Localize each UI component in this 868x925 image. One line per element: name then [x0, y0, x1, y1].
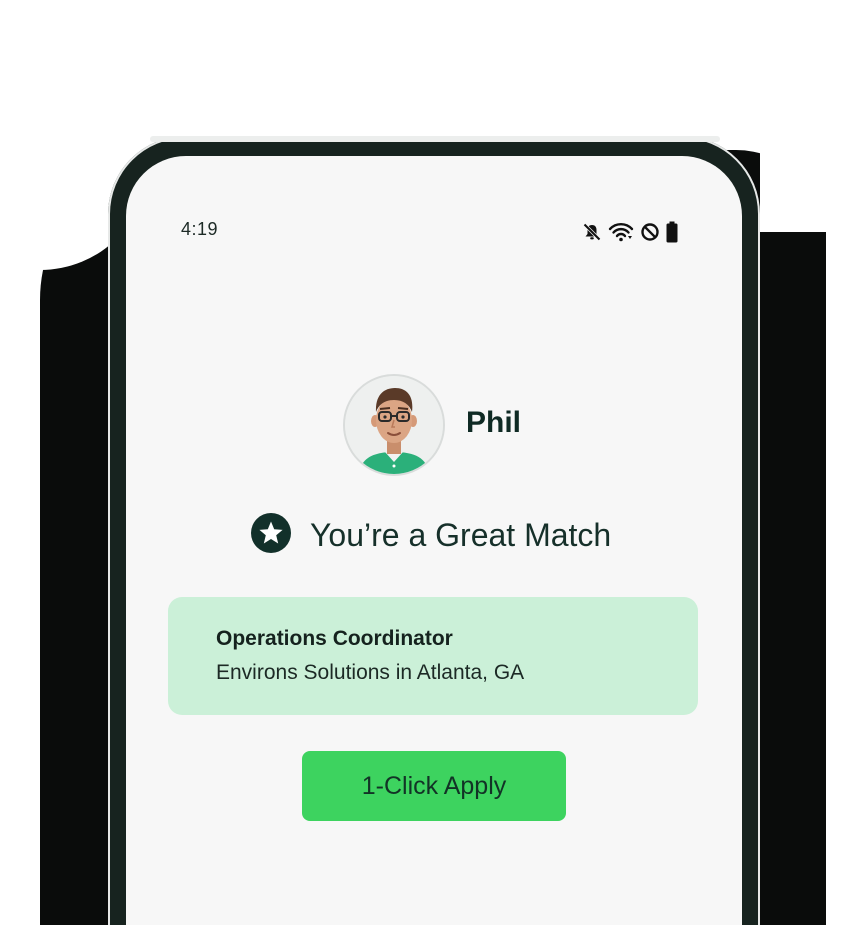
stage: 4:19 Phil You’re a Great Match Operation…: [0, 0, 868, 925]
status-icons: [582, 220, 678, 244]
job-card[interactable]: Operations Coordinator Environs Solution…: [168, 597, 698, 715]
phone-screen: 4:19 Phil You’re a Great Match Operation…: [126, 156, 742, 925]
star-icon: [250, 512, 292, 559]
job-company-location: Environs Solutions in Atlanta, GA: [216, 661, 525, 684]
phone-frame-highlight: [150, 136, 720, 142]
job-title: Operations Coordinator: [216, 627, 453, 650]
match-text: You’re a Great Match: [310, 517, 612, 553]
one-click-apply-button[interactable]: 1-Click Apply: [302, 751, 566, 821]
do-not-disturb-icon: [640, 222, 660, 242]
match-banner: You’re a Great Match: [250, 512, 611, 559]
avatar: [343, 374, 445, 476]
profile-name: Phil: [466, 406, 522, 439]
status-time: 4:19: [181, 219, 219, 239]
battery-icon: [666, 221, 678, 243]
mute-icon: [582, 222, 602, 242]
wifi-icon: [608, 222, 634, 242]
background-shadow: [760, 232, 826, 925]
background-shadow-cutout: [760, 145, 868, 233]
